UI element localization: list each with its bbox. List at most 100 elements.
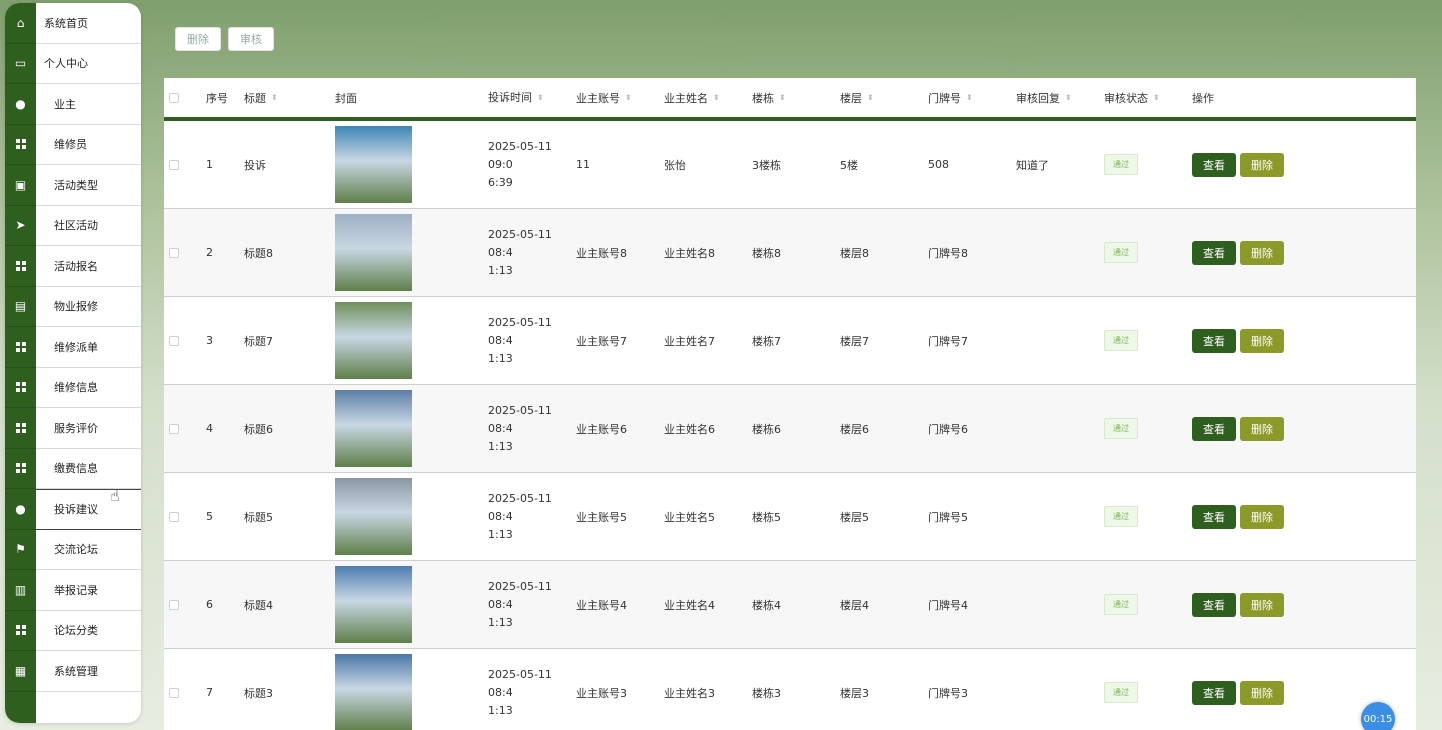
sidebar-item[interactable]: 缴费信息 xyxy=(5,449,141,489)
sidebar-item[interactable]: 维修信息 xyxy=(5,368,141,408)
row-checkbox[interactable] xyxy=(169,423,179,434)
grid-icon xyxy=(5,368,36,408)
row-checkbox[interactable] xyxy=(169,335,179,346)
header-cover: 封面 xyxy=(335,91,357,105)
cover-image[interactable] xyxy=(335,302,412,379)
header-floor-cell[interactable]: 楼层 ⬍ xyxy=(840,90,928,106)
header-door: 门牌号 xyxy=(928,91,961,105)
cell-account: 业主账号8 xyxy=(576,246,627,260)
sidebar-item[interactable]: ▣ 活动类型 xyxy=(5,165,141,206)
row-select-cell xyxy=(164,335,206,346)
batch-audit-button[interactable]: 审核 xyxy=(228,27,274,51)
sort-icon[interactable]: ⬍ xyxy=(537,89,544,107)
cell-name: 业主姓名4 xyxy=(664,598,715,612)
time-line-2: 1:13 xyxy=(488,703,513,717)
header-time-cell[interactable]: 投诉时间 ⬍ xyxy=(488,89,576,107)
cell-account: 业主账号5 xyxy=(576,510,627,524)
sidebar-item[interactable]: ⌂ 系统首页 xyxy=(5,3,141,44)
sidebar-item[interactable]: 论坛分类 xyxy=(5,611,141,651)
cover-image[interactable] xyxy=(335,126,412,203)
header-index: 序号 xyxy=(206,91,228,105)
sort-icon[interactable]: ⬍ xyxy=(966,93,973,102)
header-building: 楼栋 xyxy=(752,91,774,105)
sidebar-item[interactable]: ▥ 举报记录 xyxy=(5,570,141,611)
view-button[interactable]: 查看 xyxy=(1192,152,1236,177)
cell-cover xyxy=(335,390,488,467)
header-reply-cell[interactable]: 审核回复 ⬍ xyxy=(1016,90,1104,106)
sidebar-item[interactable]: 服务评价 xyxy=(5,408,141,449)
row-checkbox[interactable] xyxy=(169,159,179,170)
sidebar: ⌂ 系统首页 ▭ 个人中心 ● 业主 维修员 ▣ 活动类型 ➤ 社区活动 活动报名 ▤ 物业报修 维修派单维… xyxy=(5,3,141,723)
time-line-1: 2025-05-11 09:0 xyxy=(488,139,552,171)
row-checkbox[interactable] xyxy=(169,687,179,698)
sidebar-item[interactable]: 维修员 xyxy=(5,125,141,165)
cell-title: 投诉 xyxy=(244,158,266,172)
header-door-cell[interactable]: 门牌号 ⬍ xyxy=(928,90,1016,106)
sidebar-item[interactable]: ● 投诉建议 xyxy=(5,489,141,530)
sort-icon[interactable]: ⬍ xyxy=(271,93,278,102)
cell-index: 2 xyxy=(206,246,213,259)
select-all-checkbox[interactable] xyxy=(169,92,179,103)
cover-image[interactable] xyxy=(335,390,412,467)
delete-button[interactable]: 删除 xyxy=(1240,328,1284,353)
sidebar-item[interactable]: ● 业主 xyxy=(5,84,141,125)
header-floor: 楼层 xyxy=(840,91,862,105)
table-row: 4 标题6 2025-05-11 08:4 1:13 业主账号6 业主姓名6 楼栋… xyxy=(164,385,1416,473)
sidebar-item-label: 物业报修 xyxy=(36,287,141,327)
sidebar-item[interactable]: ➤ 社区活动 xyxy=(5,206,141,246)
view-button[interactable]: 查看 xyxy=(1192,592,1236,617)
sidebar-item-label: 缴费信息 xyxy=(36,449,141,489)
briefcase-icon: ▣ xyxy=(5,165,36,206)
cell-title: 标题8 xyxy=(244,246,273,260)
row-checkbox[interactable] xyxy=(169,511,179,522)
sidebar-item-label: 维修信息 xyxy=(36,368,141,408)
sidebar-item[interactable]: ▤ 物业报修 xyxy=(5,287,141,327)
view-button[interactable]: 查看 xyxy=(1192,504,1236,529)
header-name-cell[interactable]: 业主姓名 ⬍ xyxy=(664,90,752,106)
sort-icon[interactable]: ⬍ xyxy=(779,93,786,102)
sort-icon[interactable]: ⬍ xyxy=(1153,93,1160,102)
cell-account: 11 xyxy=(576,158,590,171)
cell-title: 标题6 xyxy=(244,422,273,436)
time-line-2: 6:39 xyxy=(488,175,513,189)
sort-icon[interactable]: ⬍ xyxy=(1065,93,1072,102)
batch-delete-button[interactable]: 删除 xyxy=(175,27,221,51)
sidebar-item[interactable]: ▦ 系统管理 xyxy=(5,651,141,692)
grid-icon xyxy=(5,449,36,489)
row-checkbox[interactable] xyxy=(169,599,179,610)
cell-status: 通过 xyxy=(1104,330,1192,351)
sidebar-item[interactable]: ▭ 个人中心 xyxy=(5,44,141,84)
row-select-cell xyxy=(164,687,206,698)
cell-door: 门牌号4 xyxy=(928,598,968,612)
sidebar-item-label: 维修员 xyxy=(36,125,141,165)
view-button[interactable]: 查看 xyxy=(1192,328,1236,353)
sort-icon[interactable]: ⬍ xyxy=(625,93,632,102)
view-button[interactable]: 查看 xyxy=(1192,680,1236,705)
row-checkbox[interactable] xyxy=(169,247,179,258)
sidebar-item[interactable]: ⚑ 交流论坛 xyxy=(5,530,141,570)
sidebar-item-label: 系统管理 xyxy=(36,651,141,692)
delete-button[interactable]: 删除 xyxy=(1240,504,1284,529)
sidebar-item[interactable]: 活动报名 xyxy=(5,246,141,287)
sort-icon[interactable]: ⬍ xyxy=(713,93,720,102)
cover-image[interactable] xyxy=(335,566,412,643)
sidebar-item-label: 维修派单 xyxy=(36,327,141,368)
delete-button[interactable]: 删除 xyxy=(1240,680,1284,705)
header-title-cell[interactable]: 标题 ⬍ xyxy=(244,90,335,106)
sort-icon[interactable]: ⬍ xyxy=(867,93,874,102)
cover-image[interactable] xyxy=(335,654,412,730)
header-account-cell[interactable]: 业主账号 ⬍ xyxy=(576,90,664,106)
delete-button[interactable]: 删除 xyxy=(1240,592,1284,617)
cover-image[interactable] xyxy=(335,214,412,291)
view-button[interactable]: 查看 xyxy=(1192,240,1236,265)
time-line-2: 1:13 xyxy=(488,439,513,453)
cell-door: 508 xyxy=(928,158,949,171)
sidebar-item[interactable]: 维修派单 xyxy=(5,327,141,368)
view-button[interactable]: 查看 xyxy=(1192,416,1236,441)
delete-button[interactable]: 删除 xyxy=(1240,152,1284,177)
cover-image[interactable] xyxy=(335,478,412,555)
header-building-cell[interactable]: 楼栋 ⬍ xyxy=(752,90,840,106)
header-status-cell[interactable]: 审核状态 ⬍ xyxy=(1104,90,1192,106)
delete-button[interactable]: 删除 xyxy=(1240,240,1284,265)
delete-button[interactable]: 删除 xyxy=(1240,416,1284,441)
